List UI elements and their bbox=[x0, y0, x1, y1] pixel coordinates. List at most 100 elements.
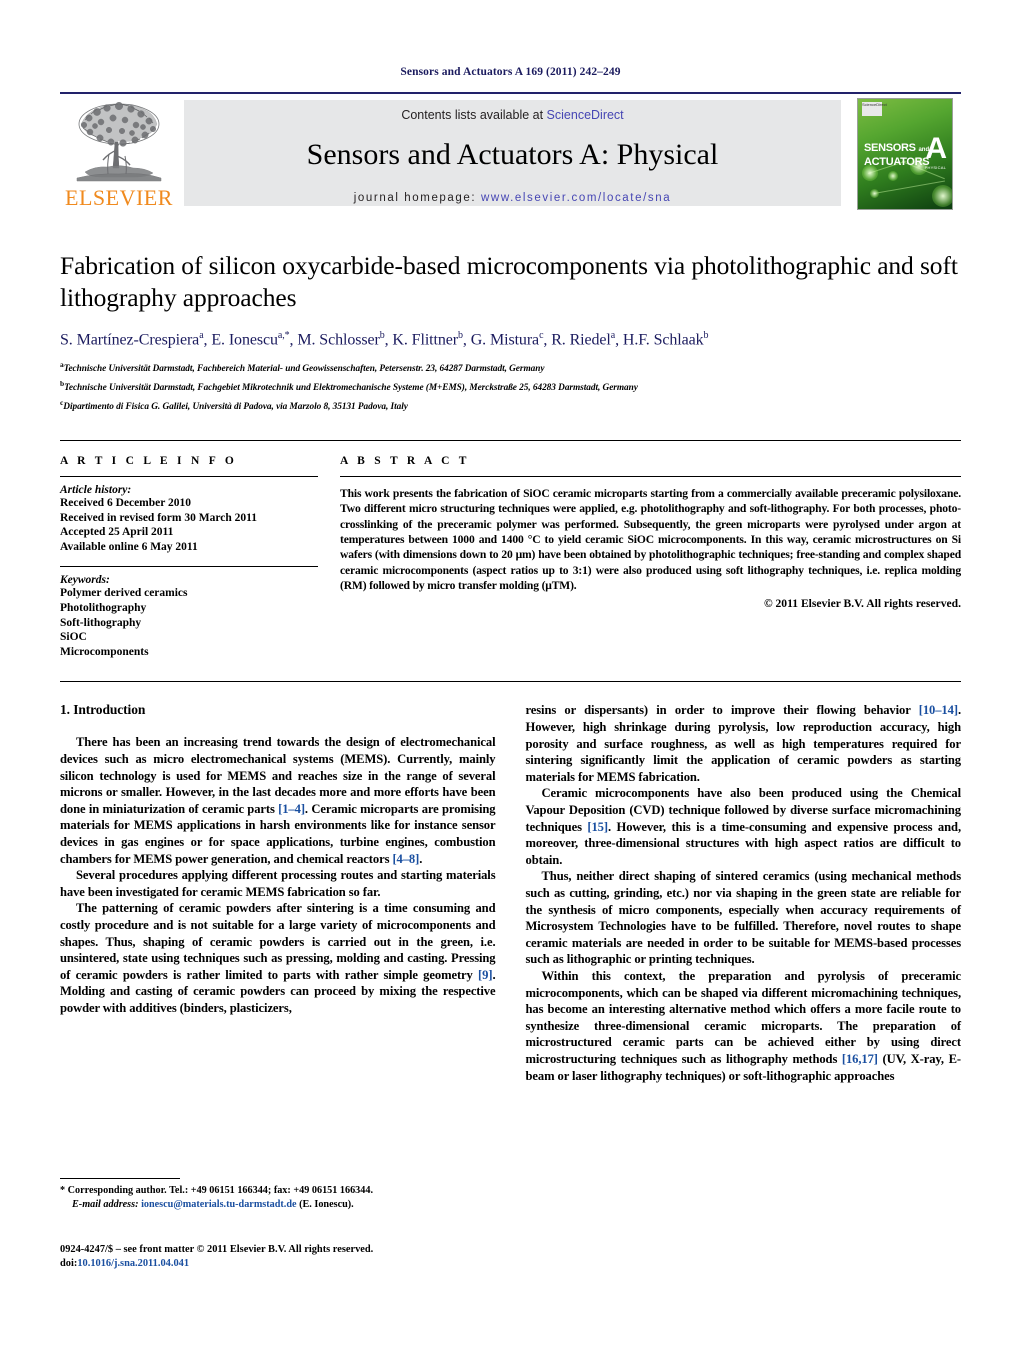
cover-glow-dot bbox=[932, 185, 952, 207]
contents-prefix: Contents lists available at bbox=[401, 108, 547, 122]
citation-link[interactable]: [4–8] bbox=[392, 852, 419, 866]
citation-link[interactable]: [1–4] bbox=[278, 802, 305, 816]
email-owner: (E. Ionescu). bbox=[299, 1198, 354, 1210]
keyword-item: Soft-lithography bbox=[60, 616, 142, 629]
imprint-block: 0924-4247/$ – see front matter © 2011 El… bbox=[60, 1243, 373, 1271]
paragraph: Several procedures applying different pr… bbox=[60, 868, 496, 899]
running-head: Sensors and Actuators A 169 (2011) 242–2… bbox=[400, 66, 621, 78]
homepage-url-link[interactable]: www.elsevier.com/locate/sna bbox=[481, 192, 671, 204]
section-heading-introduction: 1. Introduction bbox=[60, 702, 146, 718]
page-title: Fabrication of silicon oxycarbide-based … bbox=[60, 251, 958, 312]
cover-series-subtitle: PHYSICAL bbox=[924, 165, 946, 170]
divider bbox=[340, 476, 961, 478]
author-name: H.F. Schlaak bbox=[622, 331, 704, 349]
contents-available-line: Contents lists available at ScienceDirec… bbox=[401, 108, 623, 122]
cover-image: ScienceDirect SENSORS and ACTUATORS A PH… bbox=[857, 98, 953, 210]
footnote-divider bbox=[60, 1178, 180, 1179]
author-list: S. Martínez-Crespieraa, E. Ionescua,*, M… bbox=[60, 330, 709, 349]
abstract-column: A B S T R A C T This work presents the f… bbox=[340, 455, 961, 659]
article-history-label: Article history: bbox=[60, 484, 132, 497]
citation-link[interactable]: [16,17] bbox=[842, 1052, 878, 1066]
author-name: G. Mistura bbox=[470, 331, 540, 349]
elsevier-logo: ELSEVIER bbox=[60, 94, 178, 212]
journal-masthead: ELSEVIER Contents lists available at Sci… bbox=[60, 92, 961, 212]
history-item: Accepted 25 April 2011 bbox=[60, 526, 174, 539]
article-info-heading: A R T I C L E I N F O bbox=[60, 455, 238, 468]
affiliation-item: aTechnische Universität Darmstadt, Fachb… bbox=[60, 358, 961, 377]
journal-homepage-line: journal homepage: www.elsevier.com/locat… bbox=[354, 192, 671, 204]
cover-title-line1: SENSORS bbox=[864, 142, 916, 154]
affiliation-item: bTechnische Universität Darmstadt, Fachg… bbox=[60, 377, 961, 396]
keyword-item: Photolithography bbox=[60, 602, 147, 615]
author-affil-marker[interactable]: a bbox=[199, 330, 203, 341]
cover-glow-dot bbox=[888, 171, 898, 181]
affiliation-text: Dipartimento di Fisica G. Galilei, Unive… bbox=[63, 401, 408, 412]
divider bbox=[60, 681, 961, 683]
cover-glow-dot bbox=[870, 189, 879, 198]
author-affil-marker[interactable]: a bbox=[611, 330, 615, 341]
author-affil-marker[interactable]: b bbox=[704, 330, 709, 341]
affiliation-list: aTechnische Universität Darmstadt, Fachb… bbox=[60, 358, 961, 414]
paragraph: The patterning of ceramic powders after … bbox=[60, 901, 496, 1015]
body-columns: 1. Introduction There has been an increa… bbox=[60, 702, 961, 1084]
info-abstract-block: A R T I C L E I N F O Article history: R… bbox=[60, 440, 961, 659]
issn-copyright-line: 0924-4247/$ – see front matter © 2011 El… bbox=[60, 1244, 374, 1255]
footnote-block: * Corresponding author. Tel.: +49 06151 … bbox=[60, 1178, 490, 1211]
corresponding-author-note: * Corresponding author. Tel.: +49 06151 … bbox=[60, 1184, 490, 1211]
title-block: Fabrication of silicon oxycarbide-based … bbox=[60, 250, 961, 414]
sciencedirect-link[interactable]: ScienceDirect bbox=[547, 108, 624, 122]
cover-title-line2: ACTUATORS bbox=[864, 155, 930, 168]
affiliation-text: Technische Universität Darmstadt, Fachge… bbox=[64, 383, 638, 394]
paragraph: resins or dispersants) in order to impro… bbox=[525, 703, 962, 784]
author-name: K. Flittner bbox=[392, 331, 458, 349]
author-affil-marker[interactable]: c bbox=[539, 330, 543, 341]
copyright-line: © 2011 Elsevier B.V. All rights reserved… bbox=[763, 597, 961, 611]
journal-cover-thumbnail: ScienceDirect SENSORS and ACTUATORS A PH… bbox=[849, 98, 961, 210]
divider bbox=[60, 566, 318, 568]
history-item: Available online 6 May 2011 bbox=[60, 540, 198, 553]
abstract-heading: A B S T R A C T bbox=[340, 455, 470, 468]
abstract-text: This work presents the fabrication of Si… bbox=[340, 487, 961, 592]
email-label: E-mail address: bbox=[72, 1198, 139, 1210]
journal-title: Sensors and Actuators A: Physical bbox=[306, 138, 719, 171]
cover-sciencedirect-badge: ScienceDirect bbox=[862, 102, 887, 116]
keyword-item: Polymer derived ceramics bbox=[60, 587, 188, 600]
elsevier-tree-icon bbox=[76, 101, 162, 182]
citation-link[interactable]: [9] bbox=[478, 968, 492, 982]
doi-line: doi:10.1016/j.sna.2011.04.041 bbox=[60, 1257, 373, 1271]
journal-banner: Contents lists available at ScienceDirec… bbox=[184, 100, 841, 206]
affiliation-item: cDipartimento di Fisica G. Galilei, Univ… bbox=[60, 396, 961, 415]
paragraph: Thus, neither direct shaping of sintered… bbox=[525, 869, 962, 967]
citation-link[interactable]: [10–14] bbox=[919, 703, 958, 717]
email-link[interactable]: ionescu@materials.tu-darmstadt.de bbox=[141, 1199, 296, 1210]
author-affil-marker[interactable]: a,* bbox=[278, 330, 290, 341]
divider bbox=[60, 476, 318, 478]
cover-series-letter: A bbox=[925, 132, 947, 165]
paragraph: Within this context, the preparation and… bbox=[525, 968, 962, 1083]
author-name: R. Riedel bbox=[551, 331, 611, 349]
author-name: S. Martínez-Crespiera bbox=[60, 331, 200, 349]
keywords-label: Keywords: bbox=[60, 574, 110, 587]
doi-link[interactable]: 10.1016/j.sna.2011.04.041 bbox=[77, 1258, 189, 1269]
keyword-item: Microcomponents bbox=[60, 645, 149, 658]
citation-link[interactable]: [15] bbox=[587, 820, 608, 834]
author-affil-marker[interactable]: b bbox=[458, 330, 463, 341]
homepage-label: journal homepage: bbox=[353, 192, 477, 204]
cover-title: SENSORS and ACTUATORS bbox=[864, 142, 930, 168]
footnote-marker: * bbox=[60, 1185, 66, 1196]
paragraph: Ceramic microcomponents have also been p… bbox=[525, 786, 962, 867]
paragraph: There has been an increasing trend towar… bbox=[60, 735, 496, 866]
corresponding-author-text: Corresponding author. Tel.: +49 06151 16… bbox=[67, 1185, 374, 1196]
history-item: Received 6 December 2010 bbox=[60, 497, 192, 510]
article-info-column: A R T I C L E I N F O Article history: R… bbox=[60, 455, 318, 659]
doi-label: doi: bbox=[60, 1258, 78, 1269]
journal-article-page: Sensors and Actuators A 169 (2011) 242–2… bbox=[0, 0, 1021, 1351]
elsevier-wordmark: ELSEVIER bbox=[65, 185, 173, 210]
history-item: Received in revised form 30 March 2011 bbox=[60, 511, 257, 524]
affiliation-text: Technische Universität Darmstadt, Fachbe… bbox=[63, 364, 545, 375]
keyword-item: SiOC bbox=[60, 631, 87, 644]
author-affil-marker[interactable]: b bbox=[380, 330, 385, 341]
author-name: E. Ionescu bbox=[211, 331, 278, 349]
body-column-left: 1. Introduction There has been an increa… bbox=[60, 702, 496, 1084]
author-name: M. Schlosser bbox=[297, 331, 380, 349]
